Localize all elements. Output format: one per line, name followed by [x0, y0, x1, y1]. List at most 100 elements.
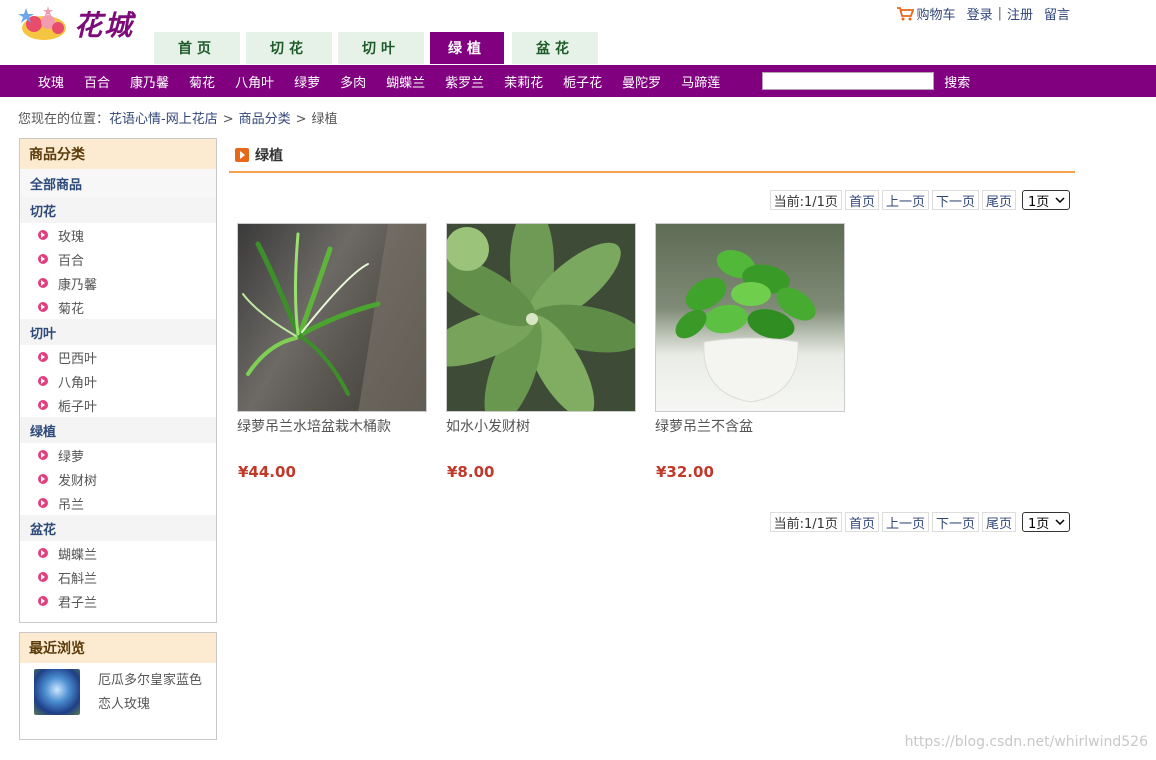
bullet-icon — [38, 548, 48, 558]
bullet-icon — [38, 278, 48, 288]
message-link[interactable]: 留言 — [1044, 4, 1070, 23]
sidebar-group-potted-flowers[interactable]: 盆花 — [20, 515, 216, 541]
pager-prev[interactable]: 上一页 — [881, 512, 929, 532]
sidebar-item[interactable]: 巴西叶 — [20, 345, 216, 369]
sidebar-item-label: 吊兰 — [58, 497, 85, 513]
sidebar-item[interactable]: 君子兰 — [20, 589, 216, 613]
category-bar: 玫瑰 百合 康乃馨 菊花 八角叶 绿萝 多肉 蝴蝶兰 紫罗兰 茉莉花 栀子花 曼… — [0, 65, 1156, 97]
pager-first[interactable]: 首页 — [844, 190, 879, 210]
sidebar-item[interactable]: 八角叶 — [20, 369, 216, 393]
category-link[interactable]: 菊花 — [189, 72, 215, 91]
product-price: ¥44.00 — [238, 463, 296, 481]
sidebar-group-green-plants[interactable]: 绿植 — [20, 417, 216, 443]
sidebar-item[interactable]: 吊兰 — [20, 491, 216, 515]
sidebar-item-label: 发财树 — [58, 473, 98, 489]
sidebar-group-cut-leaves[interactable]: 切叶 — [20, 319, 216, 345]
arrow-right-icon — [235, 147, 249, 162]
breadcrumb-home[interactable]: 花语心情-网上花店 — [109, 112, 218, 127]
product-name[interactable]: 如水小发财树 — [446, 416, 636, 436]
breadcrumb-category[interactable]: 商品分类 — [239, 112, 291, 127]
category-link[interactable]: 马蹄莲 — [681, 72, 720, 91]
product-name[interactable]: 绿萝吊兰水培盆栽木桶款 — [237, 416, 427, 436]
pager-next[interactable]: 下一页 — [931, 512, 979, 532]
search-button[interactable]: 搜索 — [944, 72, 970, 91]
recent-thumbnail[interactable] — [34, 669, 80, 715]
bullet-icon — [38, 230, 48, 240]
tab-green-plants[interactable]: 绿植 — [430, 32, 504, 64]
sidebar-item[interactable]: 绿萝 — [20, 443, 216, 467]
category-link[interactable]: 曼陀罗 — [622, 72, 661, 91]
product-image[interactable] — [237, 223, 427, 412]
category-sidebar: 商品分类 全部商品 切花 玫瑰 百合 康乃馨 菊花 切叶 巴西叶 八角叶 栀子叶… — [19, 138, 217, 623]
plant-photo-3 — [675, 249, 816, 403]
category-link[interactable]: 紫罗兰 — [445, 72, 484, 91]
sidebar-item-label: 巴西叶 — [58, 351, 98, 367]
sidebar-item-label: 石斛兰 — [58, 571, 98, 587]
chevron-down-icon — [1055, 197, 1065, 203]
link-separator: | — [997, 6, 1002, 21]
pager-prev[interactable]: 上一页 — [881, 190, 929, 210]
breadcrumb: 您现在的位置：花语心情-网上花店 > 商品分类 > 绿植 — [18, 108, 338, 127]
sidebar-item-label: 蝴蝶兰 — [58, 547, 98, 563]
bullet-icon — [38, 596, 48, 606]
sidebar-item-label: 绿萝 — [58, 449, 85, 465]
cart-icon[interactable] — [896, 6, 914, 21]
sidebar-item[interactable]: 菊花 — [20, 295, 216, 319]
sidebar-all-products[interactable]: 全部商品 — [20, 169, 216, 197]
category-link[interactable]: 康乃馨 — [130, 72, 169, 91]
product-name[interactable]: 绿萝吊兰不含盆 — [655, 416, 845, 436]
product-card[interactable]: 绿萝吊兰不含盆 ¥32.00 — [655, 223, 845, 481]
sidebar-item[interactable]: 发财树 — [20, 467, 216, 491]
cart-link[interactable]: 购物车 — [917, 4, 956, 23]
login-link[interactable]: 登录 — [967, 4, 993, 23]
sidebar-title: 商品分类 — [20, 139, 216, 169]
category-link[interactable]: 茉莉花 — [504, 72, 543, 91]
category-link[interactable]: 百合 — [84, 72, 110, 91]
sidebar-item-label: 玫瑰 — [58, 229, 85, 245]
sidebar-item[interactable]: 蝴蝶兰 — [20, 541, 216, 565]
sidebar-item-label: 栀子叶 — [58, 399, 98, 415]
product-image[interactable] — [446, 223, 636, 412]
page-select[interactable]: 1页 — [1022, 512, 1070, 532]
sidebar-item[interactable]: 栀子叶 — [20, 393, 216, 417]
sidebar-item[interactable]: 百合 — [20, 247, 216, 271]
register-link[interactable]: 注册 — [1007, 4, 1033, 23]
sidebar-item[interactable]: 石斛兰 — [20, 565, 216, 589]
page-select[interactable]: 1页 — [1022, 190, 1070, 210]
tab-cut-leaves[interactable]: 切叶 — [338, 32, 424, 64]
pager-last[interactable]: 尾页 — [981, 512, 1016, 532]
category-link[interactable]: 绿萝 — [294, 72, 320, 91]
pager-next[interactable]: 下一页 — [931, 190, 979, 210]
sidebar-item[interactable]: 玫瑰 — [20, 223, 216, 247]
bullet-icon — [38, 254, 48, 264]
search-input[interactable] — [762, 72, 935, 90]
pager-last[interactable]: 尾页 — [981, 190, 1016, 210]
tab-potted-flowers[interactable]: 盆花 — [512, 32, 598, 64]
pager-first[interactable]: 首页 — [844, 512, 879, 532]
logo-flower-icon — [18, 6, 66, 40]
chevron-down-icon — [1055, 519, 1065, 525]
category-link[interactable]: 多肉 — [340, 72, 366, 91]
recent-viewed-box: 最近浏览 厄瓜多尔皇家蓝色恋人玫瑰 — [19, 632, 217, 740]
tab-home[interactable]: 首页 — [154, 32, 240, 64]
product-price: ¥32.00 — [656, 463, 714, 481]
sidebar-group-cut-flowers[interactable]: 切花 — [20, 197, 216, 223]
product-image[interactable] — [655, 223, 845, 412]
bullet-icon — [38, 572, 48, 582]
logo-text: 花城 — [74, 9, 135, 42]
product-card[interactable]: 绿萝吊兰水培盆栽木桶款 ¥44.00 — [237, 223, 427, 481]
page-select-value: 1页 — [1028, 516, 1050, 532]
product-card[interactable]: 如水小发财树 ¥8.00 — [446, 223, 636, 481]
site-logo[interactable]: 花城 — [18, 2, 158, 46]
tab-cut-flowers[interactable]: 切花 — [246, 32, 332, 64]
recent-item-name[interactable]: 厄瓜多尔皇家蓝色恋人玫瑰 — [98, 669, 208, 717]
bullet-icon — [38, 400, 48, 410]
category-link[interactable]: 玫瑰 — [38, 72, 64, 91]
sidebar-item[interactable]: 康乃馨 — [20, 271, 216, 295]
recent-item[interactable]: 厄瓜多尔皇家蓝色恋人玫瑰 — [20, 663, 216, 717]
category-link[interactable]: 栀子花 — [563, 72, 602, 91]
watermark-text: https://blog.csdn.net/whirlwind526 — [904, 734, 1148, 750]
breadcrumb-current: 绿植 — [311, 112, 338, 127]
category-link[interactable]: 蝴蝶兰 — [386, 72, 425, 91]
category-link[interactable]: 八角叶 — [235, 72, 274, 91]
